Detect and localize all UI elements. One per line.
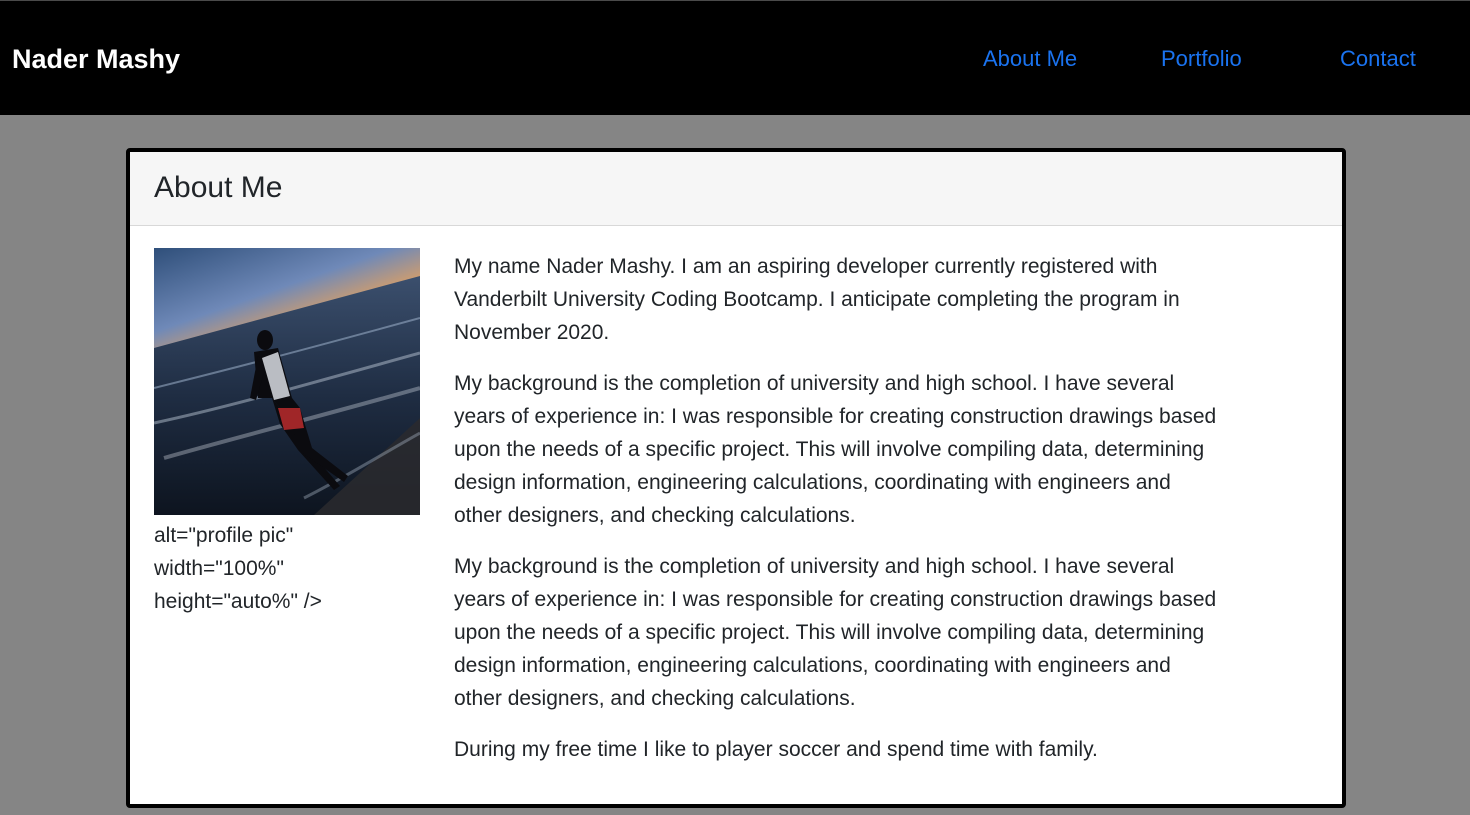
nav-link-contact[interactable]: Contact <box>1340 45 1416 73</box>
navbar: Nader Mashy About Me Portfolio Contact <box>0 0 1470 115</box>
alt-text-line: width="100%" <box>154 557 284 580</box>
nav-link-portfolio[interactable]: Portfolio <box>1161 45 1242 73</box>
alt-text-line: height="auto%" /> <box>154 590 322 613</box>
about-card: About Me alt="profile pic" width="100%" … <box>126 148 1346 808</box>
about-paragraph-intro: My name Nader Mashy. I am an aspiring de… <box>454 255 1180 344</box>
nav-link-about-me[interactable]: About Me <box>983 45 1077 73</box>
about-content: My name Nader Mashy. I am an aspiring de… <box>454 250 1224 784</box>
profile-photo <box>154 248 420 515</box>
card-title: About Me <box>154 171 283 204</box>
image-alt-text: alt="profile pic" width="100%" height="a… <box>154 519 434 618</box>
card-header: About Me <box>130 152 1342 226</box>
about-paragraph-background: My background is the completion of unive… <box>454 372 1217 527</box>
alt-text-line: alt="profile pic" <box>154 524 294 547</box>
about-paragraph-hobbies: During my free time I like to player soc… <box>454 738 1098 761</box>
brand-title[interactable]: Nader Mashy <box>12 43 180 75</box>
about-paragraph-background-repeat: My background is the completion of unive… <box>454 555 1217 710</box>
